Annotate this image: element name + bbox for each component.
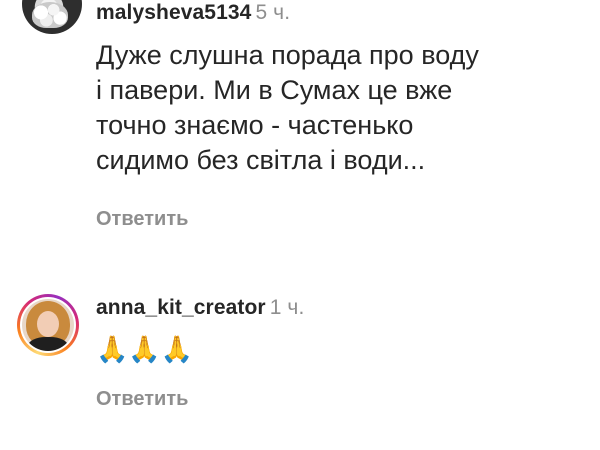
comment-time: 1 ч. xyxy=(269,296,305,319)
comment-header: anna_kit_creator 1 ч. xyxy=(96,296,304,320)
comment-text: 🙏🙏🙏 xyxy=(96,334,194,364)
avatar[interactable] xyxy=(22,299,74,351)
comment-text: Дуже слушна порада про воду і павери. Ми… xyxy=(96,40,479,175)
comment-header: malysheva5134 5 ч. xyxy=(96,1,290,25)
flowers-image xyxy=(32,2,68,28)
reply-button[interactable]: Ответить xyxy=(96,388,188,411)
username-link[interactable]: malysheva5134 xyxy=(96,1,251,24)
username-link[interactable]: anna_kit_creator xyxy=(96,296,266,319)
avatar[interactable] xyxy=(22,0,82,34)
reply-button[interactable]: Ответить xyxy=(96,208,188,231)
comment-time: 5 ч. xyxy=(255,1,291,24)
